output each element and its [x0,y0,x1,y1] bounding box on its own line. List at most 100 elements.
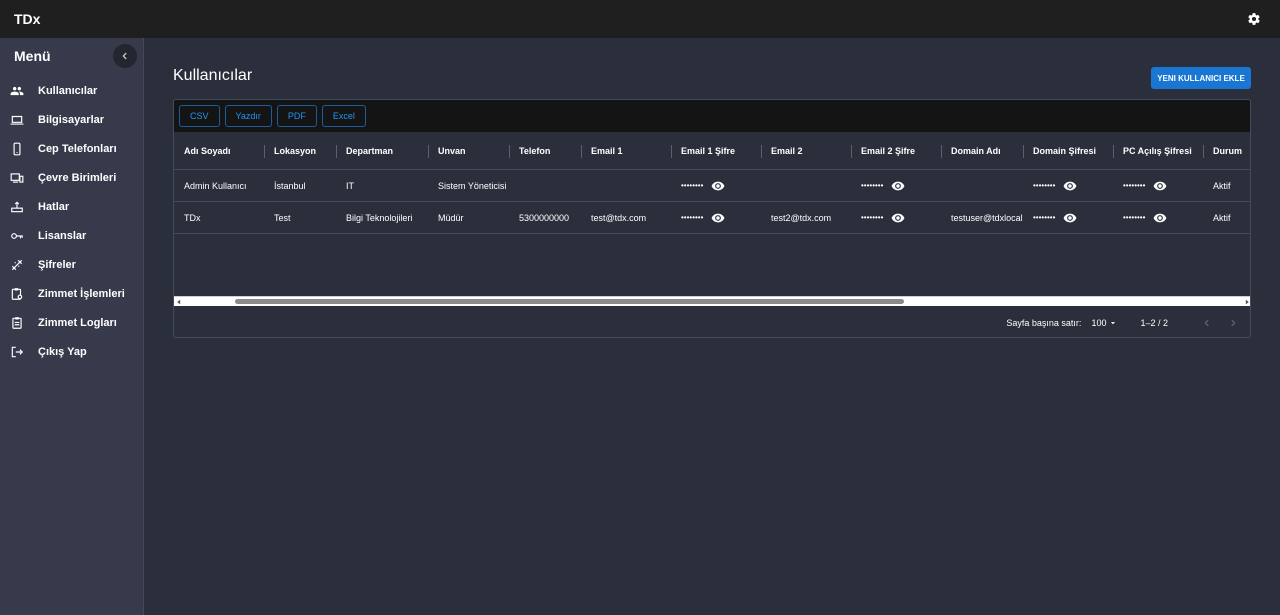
column-header[interactable]: Email 1 [581,132,671,169]
masked-password: •••••••• [861,213,884,222]
cell-status: Aktif [1213,212,1231,223]
column-header[interactable]: Domain Adı [941,132,1023,169]
eye-icon [891,181,905,190]
sidebar-item-sifreler[interactable]: Şifreler [0,250,143,279]
add-user-button[interactable]: YENI KULLANICI EKLE [1151,67,1251,89]
sidebar-item-label: Lisanslar [38,229,87,242]
chevron-right-icon [1231,319,1236,326]
masked-password: •••••••• [1123,213,1146,222]
next-page-button[interactable] [1226,316,1240,330]
sidebar-item-cikis-yap[interactable]: Çıkış Yap [0,337,143,366]
show-password-button[interactable] [1153,211,1167,225]
column-header[interactable]: Unvan [428,132,509,169]
scroll-right-arrow[interactable] [1243,298,1250,306]
sidebar-item-hatlar[interactable]: Hatlar [0,192,143,221]
eye-icon [711,181,725,190]
users-grid: Adı Soyadı Lokasyon Departman Unvan Tele… [174,132,1250,296]
sidebar-nav: Kullanıcılar Bilgisayarlar Cep Telefonla… [0,76,143,366]
column-header[interactable]: Email 2 Şifre [851,132,941,169]
show-password-button[interactable] [1063,211,1077,225]
eye-icon [1153,181,1167,190]
sidebar-item-bilgisayarlar[interactable]: Bilgisayarlar [0,105,143,134]
show-password-button[interactable] [1153,179,1167,193]
column-header[interactable]: Email 1 Şifre [671,132,761,169]
cell-email1: test@tdx.com [591,212,647,223]
eye-icon [1153,213,1167,222]
cell-email2-password: •••••••• [851,170,941,201]
cell-domain-password: •••••••• [1023,202,1113,233]
masked-password: •••••••• [1033,181,1056,190]
sidebar-item-label: Zimmet Logları [38,316,117,329]
cell-phone [509,170,581,201]
pdf-export-button[interactable]: PDF [276,105,317,127]
show-password-button[interactable] [1063,179,1077,193]
devices-icon [10,172,24,183]
clipboard-list-icon [12,316,22,329]
column-header[interactable]: Durum [1203,132,1250,169]
sidebar: Menü Kullanıcılar Bilgisayarlar Cep Tele… [0,38,144,615]
sidebar-item-zimmet-loglari[interactable]: Zimmet Logları [0,308,143,337]
masked-password: •••••••• [861,181,884,190]
sidebar-item-label: Çıkış Yap [38,345,87,358]
key-icon [11,232,23,239]
sidebar-item-zimmet-islemleri[interactable]: Zimmet İşlemleri [0,279,143,308]
eye-icon [891,213,905,222]
previous-page-button[interactable] [1200,316,1214,330]
cell-email2 [761,170,851,201]
sidebar-item-label: Cep Telefonları [38,142,117,155]
show-password-button[interactable] [711,211,725,225]
column-header[interactable]: Telefon [509,132,581,169]
cell-phone: 5300000000 [519,212,570,223]
users-table-card: CSV Yazdır PDF Excel Adı Soyadı Lokasyon… [173,99,1251,338]
clipboard-settings-icon [11,287,23,300]
eye-icon [711,213,725,222]
app-title: TDx [14,11,41,27]
gear-icon [1248,13,1260,25]
cell-location: İstanbul [274,180,306,191]
table-row[interactable]: Admin Kullanıcı İstanbul IT Sistem Yönet… [174,170,1250,202]
excel-export-button[interactable]: Excel [321,105,366,127]
sidebar-item-kullanicilar[interactable]: Kullanıcılar [0,76,143,105]
rows-per-page-select[interactable]: 100 [1091,318,1118,328]
cell-domain: testuser@tdxlocal [951,212,1023,223]
router-icon [11,201,23,212]
cell-name: Admin Kullanıcı [184,180,247,191]
horizontal-scrollbar[interactable] [174,296,1250,306]
settings-button[interactable] [1242,7,1266,31]
caret-right-icon [1245,299,1249,305]
rows-per-page-value: 100 [1091,317,1107,328]
top-bar: TDx [0,0,1280,38]
sidebar-item-label: Bilgisayarlar [38,113,105,126]
column-header[interactable]: PC Açılış Şifresi [1113,132,1203,169]
rows-per-page-label: Sayfa başına satır: [1006,317,1082,328]
cell-title: Müdür [438,212,464,223]
menu-header: Menü [0,40,143,72]
table-row[interactable]: TDx Test Bilgi Teknolojileri Müdür 53000… [174,202,1250,234]
collapse-sidebar-button[interactable] [113,44,137,68]
scrollbar-thumb[interactable] [235,299,904,304]
column-header[interactable]: Departman [336,132,428,169]
chevron-left-icon [1204,319,1209,326]
password-icon [11,259,23,270]
cell-email2-password: •••••••• [851,202,941,233]
sidebar-item-cep-telefonlari[interactable]: Cep Telefonları [0,134,143,163]
column-header[interactable]: Adı Soyadı [174,132,264,169]
column-header[interactable]: Lokasyon [264,132,336,169]
masked-password: •••••••• [1123,181,1146,190]
cell-domain-password: •••••••• [1023,170,1113,201]
column-header[interactable]: Domain Şifresi [1023,132,1113,169]
masked-password: •••••••• [1033,213,1056,222]
cell-status: Aktif [1213,180,1231,191]
show-password-button[interactable] [891,179,905,193]
sidebar-item-lisanslar[interactable]: Lisanslar [0,221,143,250]
cell-pc-password: •••••••• [1113,170,1203,201]
laptop-icon [10,115,24,125]
show-password-button[interactable] [711,179,725,193]
print-button[interactable]: Yazdır [224,105,272,127]
scroll-left-arrow[interactable] [175,298,183,306]
show-password-button[interactable] [891,211,905,225]
sidebar-item-cevre-birimleri[interactable]: Çevre Birimleri [0,163,143,192]
csv-export-button[interactable]: CSV [179,105,220,127]
column-header[interactable]: Email 2 [761,132,851,169]
cell-name: TDx [184,212,201,223]
